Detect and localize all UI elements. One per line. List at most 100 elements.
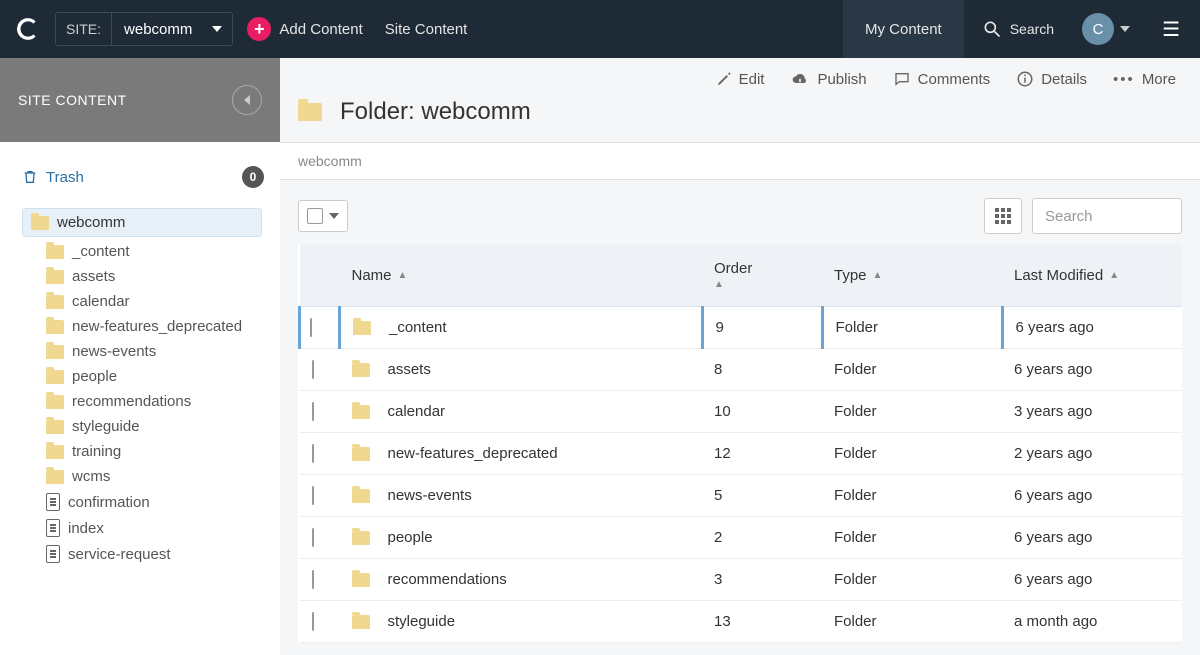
row-checkbox[interactable] [312,486,314,505]
sidebar: SITE CONTENT Trash 0 webcomm _content as… [0,58,280,655]
checkbox-icon[interactable] [307,208,323,224]
table-row[interactable]: calendar10Folder3 years ago [300,391,1183,433]
edit-button[interactable]: Edit [716,71,765,88]
row-modified: 6 years ago [1002,559,1182,601]
tree-file[interactable]: confirmation [0,489,280,515]
view-grid-button[interactable] [984,198,1022,234]
col-type[interactable]: Type▲ [822,244,1002,307]
folder-icon [46,370,64,384]
row-modified: 2 years ago [1002,433,1182,475]
tree-folder[interactable]: training [0,439,280,464]
chevron-left-icon [244,95,250,105]
file-icon [46,493,60,511]
tree-root[interactable]: webcomm [22,208,262,237]
main-content: Edit Publish Comments Details ••• More F… [280,58,1200,655]
folder-icon [46,470,64,484]
row-modified: 6 years ago [1002,517,1182,559]
tree-folder[interactable]: wcms [0,464,280,489]
avatar-chevron-icon[interactable] [1120,26,1130,32]
add-icon[interactable]: + [247,17,271,41]
pencil-icon [716,71,732,87]
table-search-input[interactable] [1032,198,1182,234]
comment-icon [893,71,911,87]
add-content-link[interactable]: Add Content [279,21,362,38]
row-name: styleguide [388,613,456,630]
row-checkbox[interactable] [312,570,314,589]
sidebar-collapse-button[interactable] [232,85,262,115]
col-name[interactable]: Name▲ [340,244,703,307]
row-order: 13 [702,601,822,643]
site-value[interactable]: webcomm [112,13,232,45]
publish-button[interactable]: Publish [790,71,866,88]
folder-icon [352,447,370,461]
row-name: news-events [388,487,472,504]
select-all-dropdown[interactable] [298,200,348,232]
row-checkbox[interactable] [310,318,312,337]
tree-folder[interactable]: styleguide [0,414,280,439]
folder-icon [46,345,64,359]
table-row[interactable]: styleguide13Foldera month ago [300,601,1183,643]
folder-icon [352,573,370,587]
menu-icon[interactable]: ☰ [1142,17,1200,42]
tree-file[interactable]: index [0,515,280,541]
col-modified[interactable]: Last Modified▲ [1002,244,1182,307]
table-row[interactable]: people2Folder6 years ago [300,517,1183,559]
file-icon [46,519,60,537]
col-order[interactable]: Order▲ [702,244,822,307]
row-order: 2 [702,517,822,559]
app-logo[interactable] [0,0,55,58]
row-checkbox[interactable] [312,444,314,463]
tree-folder[interactable]: calendar [0,289,280,314]
tree-folder[interactable]: news-events [0,339,280,364]
table-row[interactable]: new-features_deprecated12Folder2 years a… [300,433,1183,475]
site-content-link[interactable]: Site Content [385,21,468,38]
row-checkbox[interactable] [312,402,314,421]
tree-file[interactable]: service-request [0,541,280,567]
row-type: Folder [822,601,1002,643]
table-row[interactable]: assets8Folder6 years ago [300,349,1183,391]
row-name: recommendations [388,571,507,588]
trash-link[interactable]: Trash 0 [0,160,280,194]
row-checkbox[interactable] [312,528,314,547]
row-type: Folder [822,475,1002,517]
site-selector[interactable]: SITE: webcomm [55,12,233,46]
row-order: 8 [702,349,822,391]
row-modified: 6 years ago [1002,307,1182,349]
topbar: SITE: webcomm + Add Content Site Content… [0,0,1200,58]
row-checkbox[interactable] [312,612,314,631]
row-modified: 3 years ago [1002,391,1182,433]
row-name: assets [388,361,431,378]
tree-folder[interactable]: recommendations [0,389,280,414]
comments-button[interactable]: Comments [893,71,991,88]
table-row[interactable]: recommendations3Folder6 years ago [300,559,1183,601]
more-button[interactable]: ••• More [1113,71,1176,88]
tree-folder[interactable]: people [0,364,280,389]
row-name: _content [389,319,447,336]
row-checkbox[interactable] [312,360,314,379]
folder-icon [46,270,64,284]
table-controls [298,198,1182,234]
folder-icon [352,531,370,545]
avatar[interactable]: C [1082,13,1114,45]
folder-icon [352,405,370,419]
tree-folder[interactable]: new-features_deprecated [0,314,280,339]
row-name: people [388,529,433,546]
breadcrumb[interactable]: webcomm [280,142,1200,180]
row-order: 3 [702,559,822,601]
table-row[interactable]: _content9Folder6 years ago [300,307,1183,349]
row-type: Folder [822,391,1002,433]
global-search[interactable]: Search [964,19,1072,39]
row-type: Folder [822,349,1002,391]
folder-icon [352,363,370,377]
folder-icon [298,103,322,121]
folder-icon [352,615,370,629]
my-content-link[interactable]: My Content [843,0,964,58]
details-button[interactable]: Details [1016,70,1087,88]
tree-folder[interactable]: _content [0,239,280,264]
sort-asc-icon: ▲ [714,279,810,290]
table-row[interactable]: news-events5Folder6 years ago [300,475,1183,517]
sidebar-header: SITE CONTENT [0,58,280,142]
tree-folder[interactable]: assets [0,264,280,289]
row-modified: 6 years ago [1002,475,1182,517]
folder-icon [352,489,370,503]
